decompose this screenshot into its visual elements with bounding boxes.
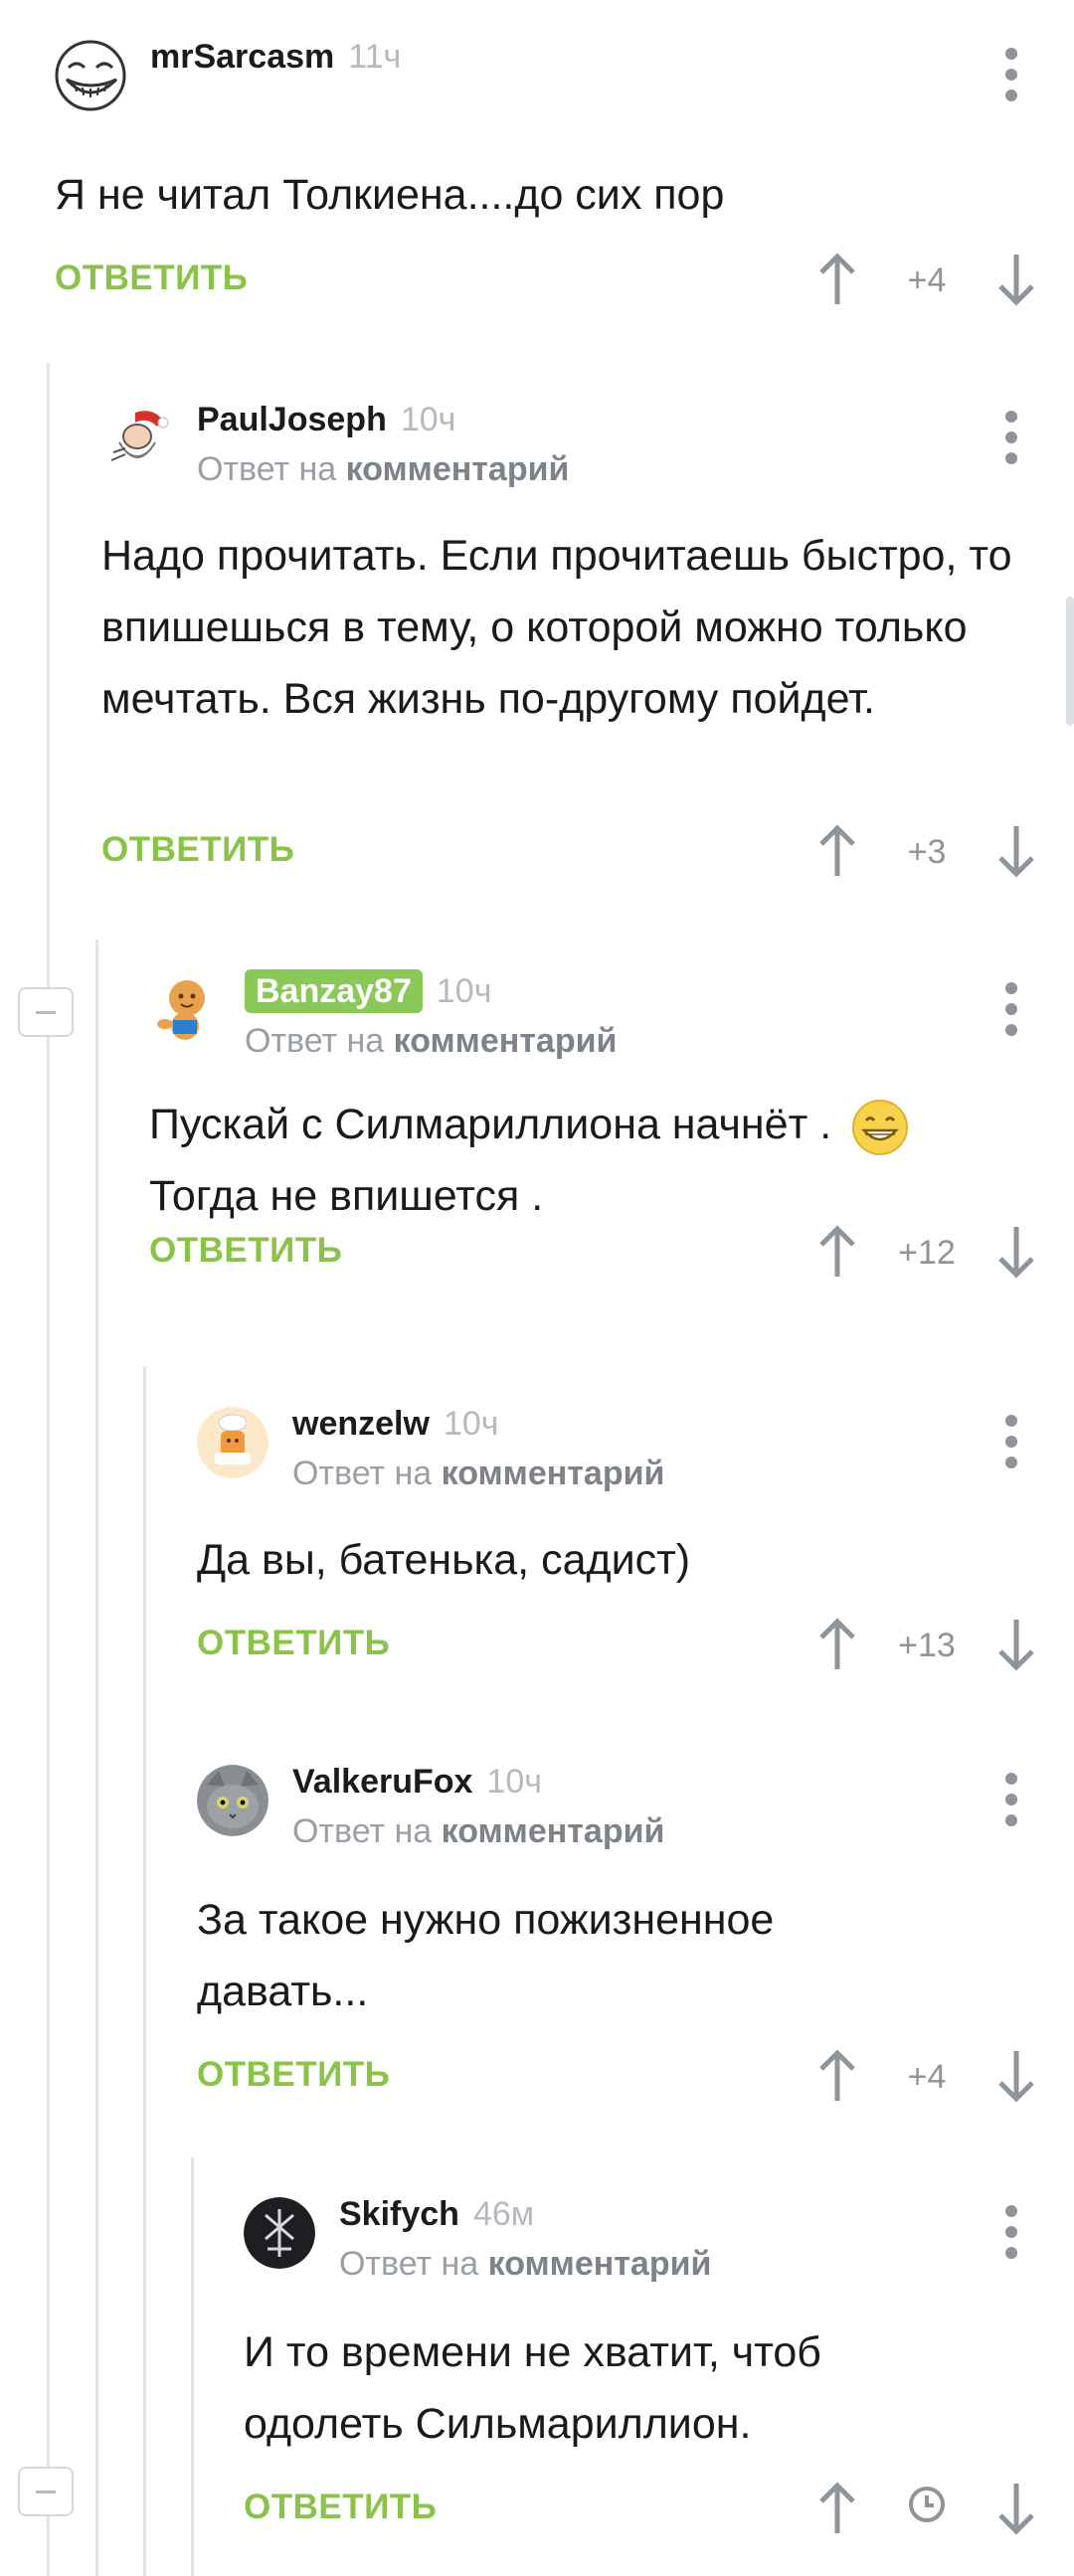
cake-avatar-icon[interactable] — [197, 1407, 268, 1478]
thread-line — [47, 363, 50, 2576]
comment-time: 10ч — [400, 401, 456, 438]
parent-comment-link[interactable]: комментарий — [442, 1812, 665, 1850]
comment-text: И то времени не хватит, чтоб одолеть Сил… — [244, 2328, 821, 2448]
downvote-arrow-icon[interactable] — [996, 2482, 1036, 2535]
reply-to: Ответ на комментарий — [245, 1022, 618, 1060]
reply-button[interactable]: ОТВЕТИТЬ — [197, 2055, 390, 2095]
comment-time: 10ч — [443, 1405, 499, 1443]
comment-text: Надо прочитать. Если прочитаешь быстро, … — [101, 532, 1012, 723]
upvote-arrow-icon[interactable] — [817, 1225, 857, 1279]
comment: ValkeruFox 10ч Ответ на комментарий За та… — [197, 1755, 1074, 2123]
reply-button[interactable]: ОТВЕТИТЬ — [244, 2488, 437, 2527]
upvote-arrow-icon[interactable] — [817, 824, 857, 878]
reply-to: Ответ на комментарий — [339, 2245, 712, 2283]
reply-button[interactable]: ОТВЕТИТЬ — [101, 830, 294, 870]
grin-emoji-icon — [852, 1099, 909, 1155]
trollface-icon[interactable] — [55, 40, 126, 111]
more-options-icon[interactable] — [1004, 1415, 1018, 1468]
rating: +3 — [907, 833, 947, 871]
parent-comment-link[interactable]: комментарий — [394, 1022, 618, 1060]
downvote-arrow-icon[interactable] — [996, 253, 1036, 306]
reply-to: Ответ на комментарий — [292, 1812, 665, 1850]
reply-button[interactable]: ОТВЕТИТЬ — [149, 1231, 342, 1271]
parent-comment-link[interactable]: комментарий — [442, 1455, 665, 1492]
reply-to: Ответ на комментарий — [292, 1455, 665, 1492]
santa-avatar-icon[interactable] — [101, 403, 173, 474]
upvote-arrow-icon[interactable] — [817, 1618, 857, 1671]
collapse-thread-button[interactable] — [18, 2467, 74, 2516]
parent-comment-link[interactable]: комментарий — [488, 2245, 712, 2283]
author-name[interactable]: wenzelw — [292, 1405, 430, 1443]
author-name[interactable]: Banzay87 — [245, 969, 423, 1013]
more-options-icon[interactable] — [1004, 1773, 1018, 1826]
gingerbread-avatar-icon[interactable] — [149, 974, 221, 1046]
comment-time: 46м — [472, 2195, 535, 2233]
rating: +4 — [907, 261, 947, 299]
comment-text: За такое нужно пожизненное давать... — [197, 1896, 775, 2015]
comment-text: Я не читал Толкиена....до сих пор — [55, 171, 725, 219]
collapse-thread-button[interactable] — [18, 987, 74, 1037]
author-name[interactable]: ValkeruFox — [292, 1763, 472, 1801]
reply-button[interactable]: ОТВЕТИТЬ — [197, 1624, 390, 1663]
rating: +13 — [898, 1627, 956, 1664]
comment-time: 11ч — [348, 38, 402, 76]
author-name[interactable]: Skifych — [339, 2195, 459, 2233]
rating: +4 — [907, 2058, 947, 2096]
downvote-arrow-icon[interactable] — [996, 824, 1036, 878]
upvote-arrow-icon[interactable] — [817, 2049, 857, 2103]
more-options-icon[interactable] — [1004, 982, 1018, 1036]
more-options-icon[interactable] — [1004, 411, 1018, 464]
more-options-icon[interactable] — [1004, 2205, 1018, 2259]
thread-line — [143, 1367, 146, 2576]
parent-comment-link[interactable]: комментарий — [346, 450, 570, 488]
comment: wenzelw 10ч Ответ на комментарий Да вы, б… — [197, 1397, 1074, 1685]
downvote-arrow-icon[interactable] — [996, 1225, 1036, 1279]
downvote-arrow-icon[interactable] — [996, 2049, 1036, 2103]
cat-avatar-icon[interactable] — [197, 1765, 268, 1836]
comment-time: 10ч — [436, 972, 492, 1010]
author-name[interactable]: PaulJoseph — [197, 401, 387, 438]
comment: Banzay87 10ч Ответ на комментарий Пускай … — [149, 964, 1074, 1302]
downvote-arrow-icon[interactable] — [996, 1618, 1036, 1671]
comment-time: 10ч — [486, 1763, 542, 1801]
clock-icon — [909, 2487, 945, 2522]
upvote-arrow-icon[interactable] — [817, 253, 857, 306]
reply-button[interactable]: ОТВЕТИТЬ — [55, 258, 248, 298]
upvote-arrow-icon[interactable] — [817, 2482, 857, 2535]
comment-text: Пускай с Силмариллиона начнёт . Тогда не… — [149, 1089, 1034, 1232]
comment: PaulJoseph 10ч Ответ на комментарий Надо … — [101, 393, 1074, 880]
author-name[interactable]: mrSarcasm — [150, 38, 334, 76]
comment: mrSarcasm 11ч Я не читал Толкиена....до с… — [55, 30, 1074, 308]
rating: +12 — [898, 1234, 956, 1272]
comment-text: Да вы, батенька, садист) — [197, 1536, 691, 1584]
comment: Skifych 46м Ответ на комментарий И то вре… — [244, 2187, 1074, 2555]
thread-line — [95, 940, 98, 2576]
more-options-icon[interactable] — [1004, 48, 1018, 101]
reply-to: Ответ на комментарий — [197, 450, 570, 488]
rune-avatar-icon[interactable] — [244, 2197, 315, 2269]
thread-line — [191, 2157, 194, 2576]
